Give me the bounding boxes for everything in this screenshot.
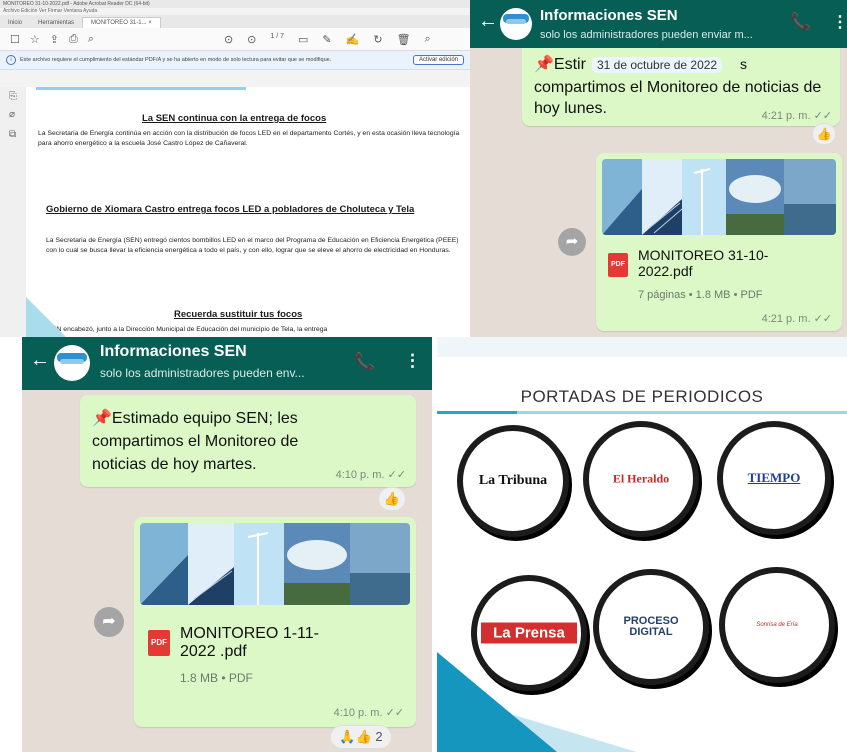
document-meta: 1.8 MB • PDF xyxy=(180,671,253,685)
enable-editing-button[interactable]: Activar edición xyxy=(412,55,464,65)
rotate-icon[interactable]: ↻ xyxy=(373,33,382,46)
forward-icon[interactable]: ➦ xyxy=(94,607,124,637)
reactions-row[interactable]: 🙏👍 2 xyxy=(330,725,392,749)
forward-icon[interactable]: ➦ xyxy=(558,228,586,256)
pdf-page[interactable]: La SEN continua con la entrega de focos … xyxy=(26,87,470,337)
document-time: 4:21 p. m. ✓✓ xyxy=(761,313,832,325)
add-call-icon[interactable]: 📞 xyxy=(354,352,375,372)
chat-subtitle: solo los administradores pueden enviar m… xyxy=(540,29,753,41)
back-arrow-icon[interactable]: ← xyxy=(30,349,50,372)
sign-icon[interactable]: ✍ xyxy=(346,33,360,46)
slide-title: PORTADAS DE PERIODICOS xyxy=(520,387,764,406)
reaction-badge[interactable]: 👍 xyxy=(812,123,836,145)
left-sidebar: ⎘ ⌀ ⧉ xyxy=(0,87,27,337)
chat-subtitle: solo los administradores pueden env... xyxy=(100,366,305,380)
avatar[interactable] xyxy=(500,8,532,40)
page-decoration xyxy=(36,87,246,90)
document-name[interactable]: MONITOREO 1-11-2022 .pdf xyxy=(180,625,330,662)
newspaper-logo-proceso[interactable]: PROCESO DIGITAL xyxy=(593,569,709,685)
menu-dots-icon[interactable]: ⋮ xyxy=(404,351,421,371)
document-name[interactable]: MONITOREO 31-10-2022.pdf xyxy=(638,247,788,279)
newspaper-logo-heraldo[interactable]: El Heraldo xyxy=(583,421,699,537)
corner-decoration xyxy=(26,297,66,337)
chat-name[interactable]: Informaciones SEN xyxy=(100,343,247,361)
article-3-body: La SEN encabezó, junto a la Dirección Mu… xyxy=(38,326,328,333)
article-2-body: La Secretaria de Energía (SEN) entregó c… xyxy=(46,237,459,254)
tab-bar: Inicio Herramientas MONITOREO 31-1... × xyxy=(0,15,470,28)
article-1-body: La Secretaria de Energía continúa en acc… xyxy=(38,130,460,147)
window-title: MONITOREO 31-10-2022.pdf - Adobe Acrobat… xyxy=(0,0,470,8)
page-down-icon[interactable]: ⊙ xyxy=(247,33,256,46)
bookmark-icon[interactable]: ☐ xyxy=(10,33,20,46)
page-indicator[interactable]: 1 / 7 xyxy=(270,33,284,46)
search-icon[interactable]: ⌕ xyxy=(88,33,94,46)
pen-icon[interactable]: ✎ xyxy=(322,33,331,46)
message-prefix: 📌Estir xyxy=(534,56,586,73)
newspaper-logo-tiempo[interactable]: TIEMPO xyxy=(717,421,831,535)
menu-dots-icon[interactable]: ⋮ xyxy=(832,12,847,32)
back-arrow-icon[interactable]: ← xyxy=(478,10,498,33)
layers-icon[interactable]: ⧉ xyxy=(9,129,16,140)
avatar[interactable] xyxy=(54,345,90,381)
chat-name[interactable]: Informaciones SEN xyxy=(540,7,678,24)
thumbnail-image xyxy=(602,159,836,235)
document-bubble[interactable]: PDF MONITOREO 31-10-2022.pdf 7 páginas •… xyxy=(596,153,842,331)
pdf-file-icon: PDF xyxy=(148,630,170,656)
slide-top-band xyxy=(437,337,847,357)
upload-icon[interactable]: ⇪ xyxy=(50,33,59,46)
message-bubble[interactable]: 📌Estir 31 de octubre de 2022 s compartim… xyxy=(522,48,840,126)
pdf-file-icon: PDF xyxy=(608,253,628,277)
attachment-icon[interactable]: ⌀ xyxy=(9,109,15,120)
corner-decoration xyxy=(437,652,557,752)
pdf-toolbar: ☐ ☆ ⇪ ⎙ ⌕ ⊙ ⊙ 1 / 7 ▭ ✎ ✍ ↻ 🗑 ⌕ xyxy=(0,28,470,51)
pdf-body: ⎘ ⌀ ⧉ La SEN continua con la entrega de … xyxy=(0,87,470,337)
add-call-icon[interactable]: 📞 xyxy=(790,12,811,32)
info-icon: i xyxy=(6,55,16,65)
star-icon[interactable]: ☆ xyxy=(30,33,40,46)
page-up-icon[interactable]: ⊙ xyxy=(224,33,233,46)
title-underline-accent xyxy=(437,411,517,414)
document-bubble[interactable]: PDF MONITOREO 1-11-2022 .pdf 1.8 MB • PD… xyxy=(134,517,416,727)
newspaper-logo-sonrisa[interactable]: Sonrisa de Ería xyxy=(719,567,835,683)
chat-header: ← Informaciones SEN solo los administrad… xyxy=(22,337,432,390)
article-1-title: La SEN continua con la entrega de focos xyxy=(142,113,327,124)
readonly-notice: i Este archivo requiere el cumplimiento … xyxy=(0,51,470,70)
document-time: 4:10 p. m. ✓✓ xyxy=(333,707,404,719)
more-icon[interactable]: ⌕ xyxy=(425,33,431,46)
message-bubble[interactable]: 📌Estimado equipo SEN; les compartimos el… xyxy=(80,395,416,487)
message-time: 4:21 p. m. ✓✓ xyxy=(761,110,832,122)
pages-icon[interactable]: ⎘ xyxy=(9,91,17,102)
document-meta: 7 páginas • 1.8 MB • PDF xyxy=(638,289,763,301)
message-time: 4:10 p. m. ✓✓ xyxy=(335,469,406,481)
comment-icon[interactable]: ▭ xyxy=(298,33,308,46)
date-chip: 31 de octubre de 2022 xyxy=(592,57,723,73)
pdf-viewer-window: MONITOREO 31-10-2022.pdf - Adobe Acrobat… xyxy=(0,0,470,337)
thumbnail-image xyxy=(140,523,410,605)
newspapers-slide: PORTADAS DE PERIODICOS La Tribuna El Her… xyxy=(437,337,847,752)
document-thumbnail[interactable] xyxy=(602,159,836,235)
chat-bottom: ← Informaciones SEN solo los administrad… xyxy=(22,337,432,752)
tab-inicio[interactable]: Inicio xyxy=(0,18,30,28)
reaction-badge[interactable]: 👍 xyxy=(378,487,406,511)
newspaper-logo-tribuna[interactable]: La Tribuna xyxy=(457,425,569,537)
document-thumbnail[interactable] xyxy=(140,523,410,605)
chat-top: ← Informaciones SEN solo los administrad… xyxy=(470,0,847,337)
notice-text: Este archivo requiere el cumplimiento de… xyxy=(20,57,332,63)
article-2-title: Gobierno de Xiomara Castro entrega focos… xyxy=(46,204,415,215)
message-text: 📌Estimado equipo SEN; les compartimos el… xyxy=(92,410,299,473)
menu-bar[interactable]: Archivo Edición Ver Firmar Ventana Ayuda xyxy=(0,8,470,15)
chat-header: ← Informaciones SEN solo los administrad… xyxy=(470,0,847,48)
message-suffix: s xyxy=(740,56,747,72)
print-icon[interactable]: ⎙ xyxy=(69,33,78,46)
tab-herramientas[interactable]: Herramientas xyxy=(30,18,82,28)
article-3-title: Recuerda sustituir tus focos xyxy=(174,309,303,320)
tab-document[interactable]: MONITOREO 31-1... × xyxy=(82,17,161,28)
delete-icon[interactable]: 🗑 xyxy=(397,33,411,46)
